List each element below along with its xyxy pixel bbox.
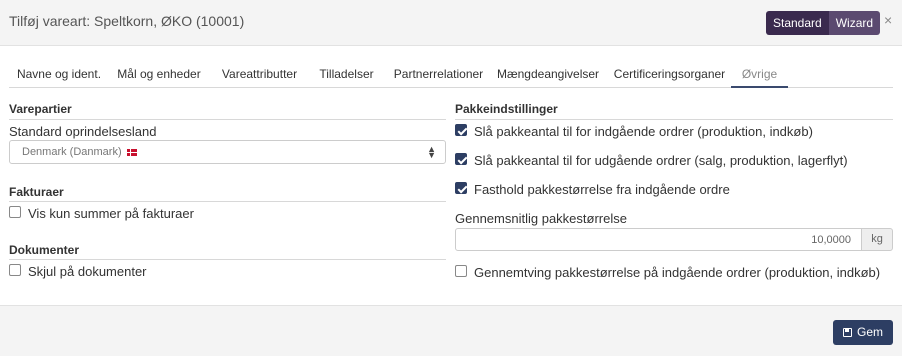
dialog-title: Tilføj vareart: Speltkorn, ØKO (10001) — [9, 13, 245, 29]
enforce-package-size-checkbox[interactable] — [455, 265, 467, 277]
tab-vareattributter[interactable]: Vareattributter — [212, 64, 307, 88]
keep-package-size-label: Fasthold pakkestørrelse fra indgående or… — [474, 182, 730, 197]
incoming-package-count-label: Slå pakkeantal til for indgående ordrer … — [474, 124, 813, 139]
tab-partnerrelationer[interactable]: Partnerrelationer — [387, 64, 490, 88]
tab-maengdeangivelser[interactable]: Mængdeangivelser — [494, 64, 602, 88]
mode-wizard-button[interactable]: Wizard — [828, 11, 881, 35]
section-title-varepartier: Varepartier — [9, 102, 72, 116]
origin-country-value: Denmark (Danmark) — [22, 146, 122, 158]
section-title-fakturaer: Fakturaer — [9, 185, 64, 199]
avg-package-size-label: Gennemsnitlig pakkestørrelse — [455, 211, 627, 226]
save-icon — [842, 328, 852, 337]
hide-on-documents-label: Skjul på dokumenter — [28, 264, 147, 279]
enforce-package-size-label: Gennemtving pakkestørrelse på indgående … — [474, 265, 881, 280]
origin-country-label: Standard oprindelsesland — [9, 124, 157, 139]
tab-navne-og-ident[interactable]: Navne og ident. — [9, 64, 109, 88]
close-icon[interactable]: × — [884, 12, 892, 28]
section-divider — [9, 201, 446, 202]
save-button[interactable]: Gem — [833, 320, 893, 345]
save-button-label: Gem — [856, 325, 883, 339]
section-title-dokumenter: Dokumenter — [9, 243, 80, 257]
tab-bar: Navne og ident. Mål og enheder Vareattri… — [9, 64, 893, 88]
summary-only-checkbox[interactable] — [9, 206, 21, 218]
hide-on-documents-checkbox[interactable] — [9, 264, 21, 276]
tab-tilladelser[interactable]: Tilladelser — [311, 64, 382, 88]
section-title-pakkeindstillinger: Pakkeindstillinger — [455, 102, 558, 116]
tab-oevrige[interactable]: Øvrige — [731, 64, 788, 88]
avg-package-size-value: 10,0000 — [811, 234, 851, 246]
section-divider — [455, 119, 893, 120]
avg-package-size-input[interactable]: 10,0000 — [455, 228, 862, 251]
keep-package-size-checkbox[interactable] — [455, 182, 467, 194]
tab-certificeringsorganer[interactable]: Certificeringsorganer — [611, 64, 728, 88]
origin-country-select[interactable]: Denmark (Danmark) ▲ ▼ — [9, 140, 446, 164]
mode-toggle: Standard Wizard — [766, 11, 881, 35]
section-divider — [9, 259, 446, 260]
avg-package-size-unit: kg — [861, 228, 893, 251]
incoming-package-count-checkbox[interactable] — [455, 124, 467, 136]
mode-standard-button[interactable]: Standard — [766, 11, 829, 35]
select-arrows-icon: ▲ ▼ — [427, 144, 436, 160]
dialog-footer — [0, 305, 902, 356]
dialog-header: Tilføj vareart: Speltkorn, ØKO (10001) S… — [0, 0, 902, 46]
section-divider — [9, 119, 446, 120]
denmark-flag-icon — [126, 148, 137, 156]
outgoing-package-count-checkbox[interactable] — [455, 153, 467, 165]
summary-only-label: Vis kun summer på fakturaer — [28, 206, 194, 221]
outgoing-package-count-label: Slå pakkeantal til for udgående ordrer (… — [474, 153, 848, 168]
tab-maal-og-enheder[interactable]: Mål og enheder — [111, 64, 207, 88]
